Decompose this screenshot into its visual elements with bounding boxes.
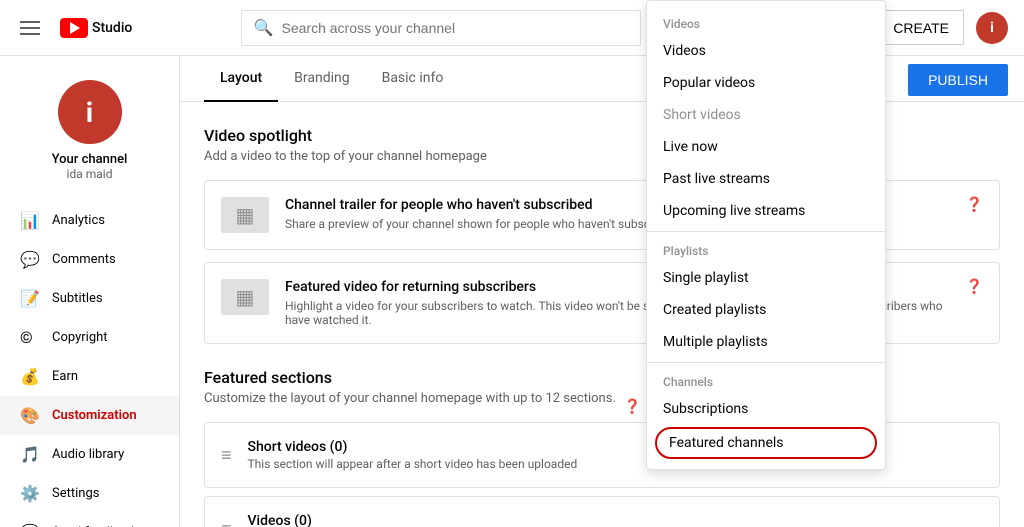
dropdown-item-popular-videos[interactable]: Popular videos — [647, 67, 885, 99]
dropdown-divider-1 — [647, 231, 885, 232]
dropdown-item-short-videos: Short videos — [647, 99, 885, 131]
dropdown-menu: Videos Videos Popular videos Short video… — [646, 0, 886, 470]
dropdown-item-past-live-streams[interactable]: Past live streams — [647, 163, 885, 195]
dropdown-item-upcoming-live-streams[interactable]: Upcoming live streams — [647, 195, 885, 227]
dropdown-divider-2 — [647, 362, 885, 363]
dropdown-item-created-playlists[interactable]: Created playlists — [647, 294, 885, 326]
dropdown-item-featured-channels[interactable]: Featured channels — [655, 427, 877, 459]
dropdown-section-channels: Channels — [647, 367, 885, 393]
dropdown-section-playlists: Playlists — [647, 236, 885, 262]
dropdown-item-subscriptions[interactable]: Subscriptions — [647, 393, 885, 425]
dropdown-item-videos[interactable]: Videos — [647, 35, 885, 67]
dropdown-item-single-playlist[interactable]: Single playlist — [647, 262, 885, 294]
dropdown-item-multiple-playlists[interactable]: Multiple playlists — [647, 326, 885, 358]
dropdown-item-live-now[interactable]: Live now — [647, 131, 885, 163]
dropdown-section-videos: Videos — [647, 9, 885, 35]
